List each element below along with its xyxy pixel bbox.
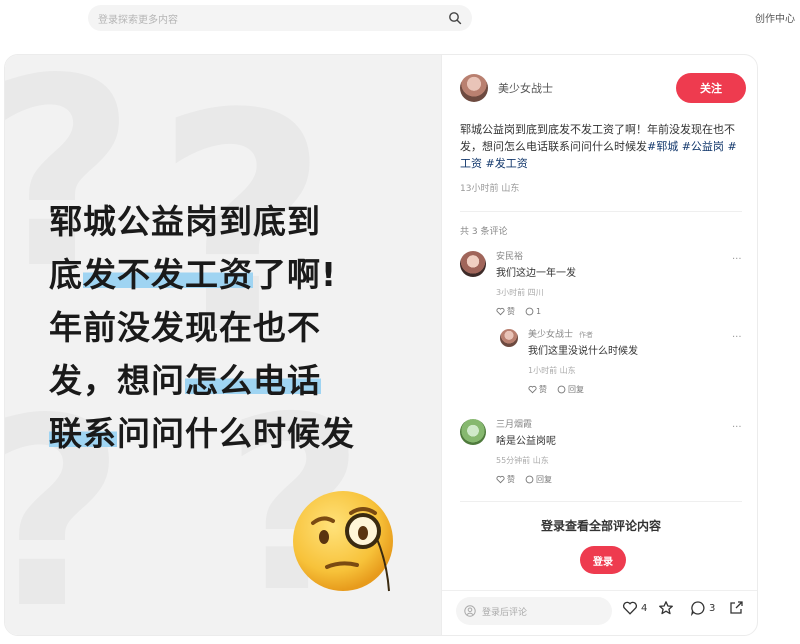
comment-bubble-icon xyxy=(557,385,566,394)
comment-count-number: 3 xyxy=(709,602,716,614)
share-button[interactable] xyxy=(728,600,744,616)
comment-item: 三月烟霞 啥是公益岗呢 55分钟前 山东 赞 回复 xyxy=(460,419,556,485)
divider xyxy=(460,211,742,212)
commenter-avatar[interactable] xyxy=(500,329,518,347)
comment-count: 共 3 条评论 xyxy=(460,227,508,237)
comment-text: 我们这边一年一发 xyxy=(496,268,576,279)
follow-button[interactable]: 关注 xyxy=(676,73,746,103)
note-card: ? ? ? ? 郓城公益岗到底到 底发不发工资了啊! 年前没发现在也不 发，想问… xyxy=(4,54,758,636)
creator-center-link[interactable]: 创作中心 xyxy=(755,10,795,25)
divider xyxy=(460,501,742,502)
commenter-name[interactable]: 安民裕 xyxy=(496,251,576,263)
login-button[interactable]: 登录 xyxy=(580,546,626,574)
author-badge: 作者 xyxy=(579,331,594,339)
caption-line-5: 联系问问什么时候发 xyxy=(49,414,355,453)
caption-line-3: 年前没发现在也不 xyxy=(49,308,321,347)
heart-icon xyxy=(623,601,637,615)
commenter-avatar[interactable] xyxy=(460,251,486,277)
comment-actions: 赞 回复 xyxy=(496,474,556,485)
comment-actions: 赞 回复 xyxy=(528,384,638,395)
reply-button[interactable]: 回复 xyxy=(525,474,552,485)
like-button[interactable]: 赞 xyxy=(496,306,515,317)
commenter-name-row: 美少女战士 作者 xyxy=(528,329,638,341)
reply-button[interactable]: 回复 xyxy=(557,384,584,395)
like-count: 4 xyxy=(641,602,648,614)
more-options-icon[interactable]: ... xyxy=(732,251,742,262)
collect-button[interactable] xyxy=(658,600,674,616)
more-options-icon[interactable]: ... xyxy=(732,419,742,430)
caption-line-2: 底发不发工资了啊! xyxy=(49,255,338,294)
comment-count-button[interactable]: 3 xyxy=(690,600,715,616)
note-image[interactable]: ? ? ? ? 郓城公益岗到底到 底发不发工资了啊! 年前没发现在也不 发，想问… xyxy=(5,55,441,635)
hashtag[interactable]: #公益岗 xyxy=(682,140,724,153)
comment-input-placeholder: 登录后评论 xyxy=(482,607,528,618)
comment-bubble-icon xyxy=(690,601,705,616)
star-icon xyxy=(659,601,673,615)
hashtag[interactable]: #郓城 xyxy=(647,140,678,153)
user-icon xyxy=(464,605,476,617)
comment-bubble-icon xyxy=(525,475,534,484)
commenter-name[interactable]: 三月烟霞 xyxy=(496,419,556,431)
post-body: 郓城公益岗到底到底发不发工资了啊！年前没发现在也不发，想问怎么电话联系问问什么时… xyxy=(460,121,746,172)
comment-meta: 3小时前 四川 xyxy=(496,288,544,297)
reply-button[interactable]: 1 xyxy=(525,307,541,316)
heart-icon xyxy=(496,475,505,484)
hashtag[interactable]: #发工资 xyxy=(486,157,528,170)
author-name[interactable]: 美少女战士 xyxy=(498,80,676,96)
author-avatar[interactable] xyxy=(460,74,488,102)
search-icon[interactable] xyxy=(448,11,462,25)
comment-input[interactable]: 登录后评论 xyxy=(456,597,612,625)
comment-meta: 55分钟前 山东 xyxy=(496,456,549,465)
commenter-avatar[interactable] xyxy=(460,419,486,445)
share-icon xyxy=(730,601,743,614)
note-detail-panel: 美少女战士 关注 郓城公益岗到底到底发不发工资了啊！年前没发现在也不发，想问怎么… xyxy=(441,55,757,635)
thinking-monocle-emoji-icon xyxy=(293,491,393,592)
comment-reply-item: 美少女战士 作者 我们这里没说什么时候发 1小时前 山东 赞 回复 xyxy=(500,329,638,395)
author-row: 美少女战士 关注 xyxy=(460,73,746,103)
caption-line-4: 发，想问怎么电话 xyxy=(49,361,321,400)
post-meta: 13小时前 山东 xyxy=(460,184,520,194)
heart-icon xyxy=(528,385,537,394)
bottom-action-bar: 登录后评论 4 3 xyxy=(442,590,757,635)
comment-text: 我们这里没说什么时候发 xyxy=(528,346,638,357)
comment-item: 安民裕 我们这边一年一发 3小时前 四川 赞 1 xyxy=(460,251,576,317)
comment-bubble-icon xyxy=(525,307,534,316)
commenter-name[interactable]: 美少女战士 xyxy=(528,330,573,340)
caption-line-1: 郓城公益岗到底到 xyxy=(49,202,321,241)
like-button[interactable]: 赞 xyxy=(528,384,547,395)
comment-actions: 赞 1 xyxy=(496,306,576,317)
comment-text: 啥是公益岗呢 xyxy=(496,436,556,447)
login-prompt: 登录查看全部评论内容 xyxy=(540,519,661,533)
like-button[interactable]: 赞 xyxy=(496,474,515,485)
heart-icon xyxy=(496,307,505,316)
comment-meta: 1小时前 山东 xyxy=(528,366,576,375)
like-count-button[interactable]: 4 xyxy=(622,600,647,616)
image-caption: 郓城公益岗到底到 底发不发工资了啊! 年前没发现在也不 发，想问怎么电话 联系问… xyxy=(49,195,419,460)
search-bar[interactable]: 登录探索更多内容 xyxy=(88,5,472,31)
more-options-icon[interactable]: ... xyxy=(732,329,742,340)
search-input[interactable]: 登录探索更多内容 xyxy=(98,11,448,26)
